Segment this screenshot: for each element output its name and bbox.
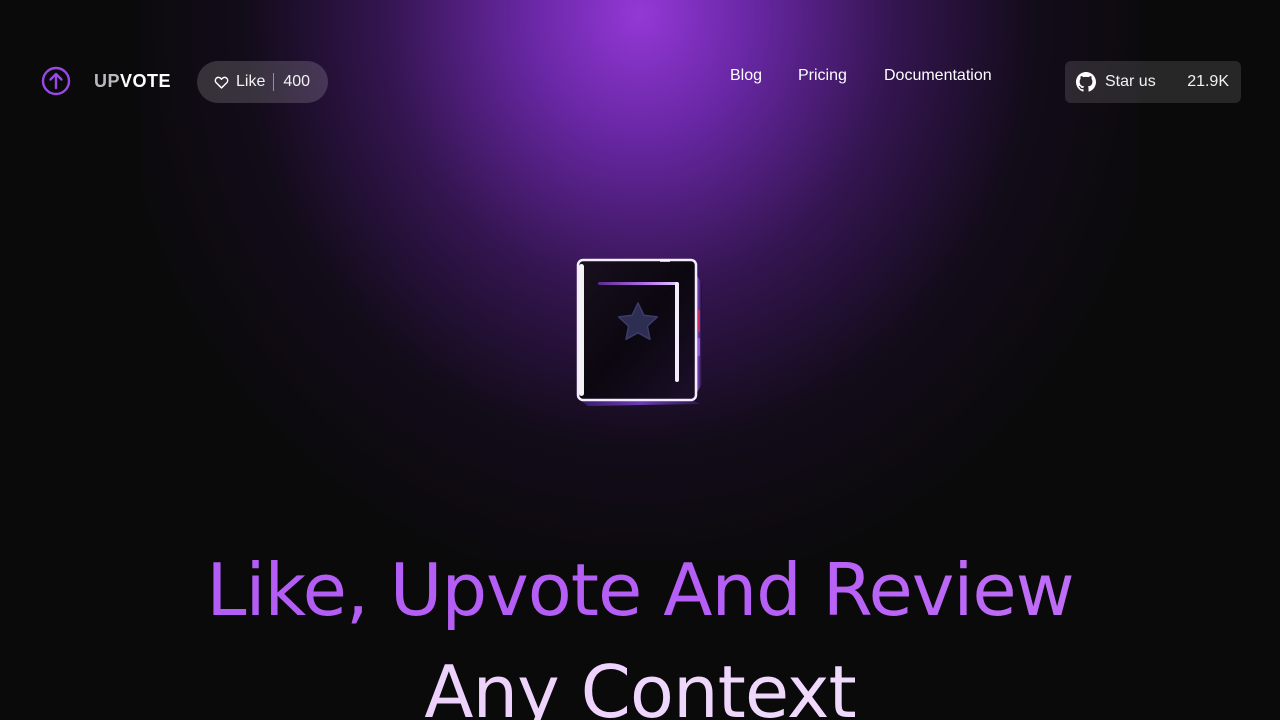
like-divider	[273, 73, 275, 91]
like-label: Like	[236, 73, 266, 90]
landing-page: UPVOTE Like 400 Blog Pricing Documentati…	[0, 0, 1280, 720]
hero-headline-line2: Any Context	[0, 650, 1280, 720]
brand-name[interactable]: UPVOTE	[94, 70, 171, 92]
heart-outline-icon	[214, 76, 229, 89]
star-label: Star us	[1105, 73, 1156, 90]
github-star-button[interactable]: Star us 21.9K	[1065, 61, 1241, 103]
nav-pricing[interactable]: Pricing	[798, 66, 847, 86]
brand-prefix: UP	[94, 71, 121, 91]
star-cube-icon	[576, 258, 702, 406]
brand-suffix: VOTE	[120, 71, 172, 91]
star-count: 21.9K	[1187, 73, 1229, 90]
nav-blog[interactable]: Blog	[730, 66, 762, 86]
arrow-up-circle-icon[interactable]	[41, 66, 71, 96]
like-button[interactable]: Like 400	[197, 61, 328, 103]
nav-documentation[interactable]: Documentation	[884, 66, 992, 86]
like-count: 400	[283, 73, 311, 90]
hero-headline-line1: Like, Upvote And Review	[0, 548, 1280, 632]
github-icon	[1076, 72, 1096, 92]
